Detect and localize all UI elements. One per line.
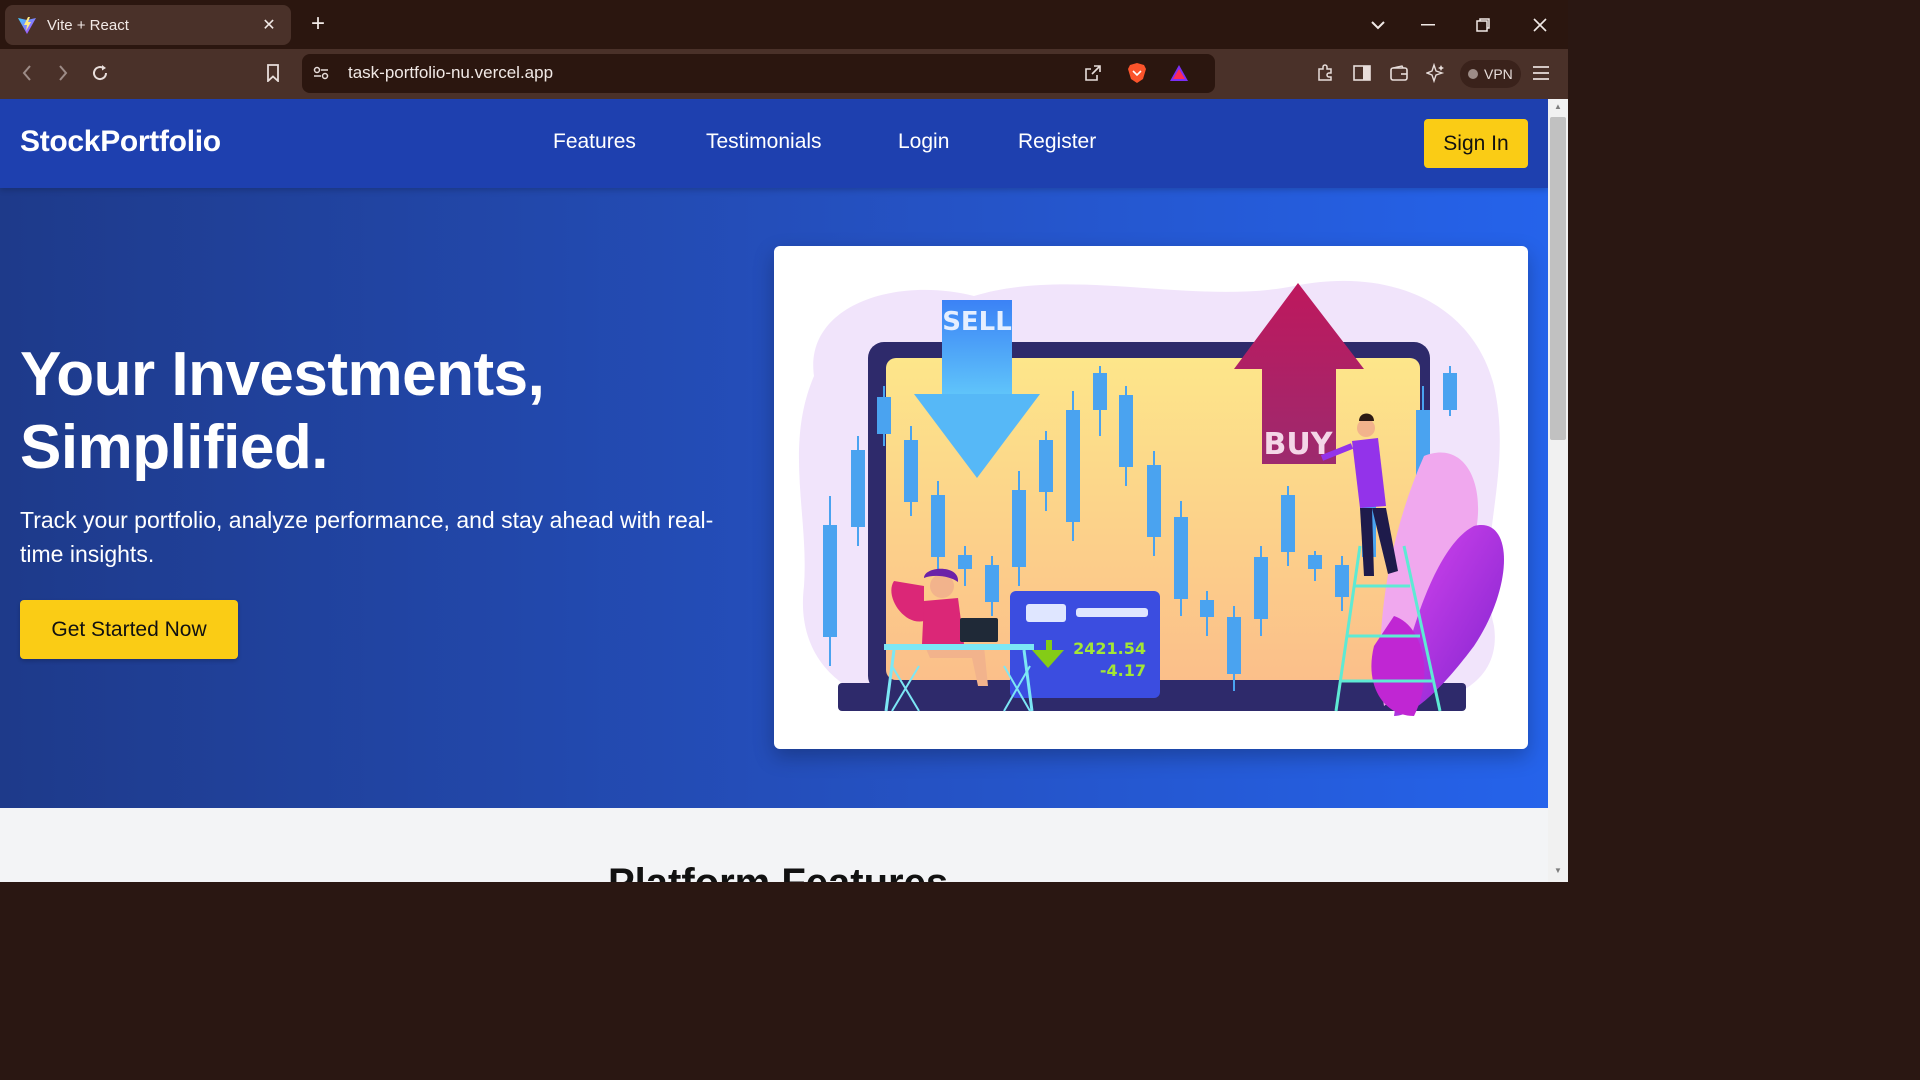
vpn-label: VPN [1484,66,1513,82]
vpn-button[interactable]: VPN [1460,60,1521,88]
bookmark-icon[interactable] [258,58,288,88]
site-navbar: StockPortfolio Features Testimonials Log… [0,99,1548,188]
brave-shields-icon[interactable] [1122,58,1152,88]
price-value: 2421.54 [1073,639,1146,658]
back-icon[interactable] [12,58,42,88]
nav-link-testimonials[interactable]: Testimonials [706,130,822,154]
vpn-status-icon [1468,69,1478,79]
scrollbar-thumb[interactable] [1550,117,1566,440]
vite-logo-icon [18,17,36,34]
browser-tab[interactable]: Vite + React ✕ [5,5,291,45]
reload-icon[interactable] [85,58,115,88]
hero-illustration: SELL BUY 2421.54 -4.17 [774,246,1528,749]
hero-headline-line1: Your Investments, [20,340,545,409]
url-text: task-portfolio-nu.vercel.app [348,63,554,82]
sell-label: SELL [942,307,1012,337]
hero-headline-line2: Simplified. [20,413,328,482]
get-started-button[interactable]: Get Started Now [20,600,238,659]
page-viewport: StockPortfolio Features Testimonials Log… [0,99,1548,882]
hero-headline: Your Investments, Simplified. [20,338,720,484]
restore-button[interactable] [1468,10,1498,40]
brave-rewards-icon[interactable] [1164,58,1194,88]
close-tab-icon[interactable]: ✕ [259,15,279,35]
close-window-button[interactable] [1525,10,1555,40]
hero-subtext: Track your portfolio, analyze performanc… [20,507,714,567]
features-heading: Platform Features [608,861,948,882]
tab-search-icon[interactable] [1363,10,1393,40]
site-info-icon[interactable] [306,58,336,88]
extensions-icon[interactable] [1310,58,1340,88]
nav-link-login[interactable]: Login [898,130,949,154]
scroll-down-icon[interactable]: ▼ [1552,866,1564,876]
sidebar-icon[interactable] [1347,58,1377,88]
forward-icon[interactable] [48,58,78,88]
nav-link-register[interactable]: Register [1018,130,1096,154]
menu-icon[interactable] [1526,58,1556,88]
hero-section: Your Investments, Simplified. Track your… [0,188,1548,808]
tab-title: Vite + React [47,16,129,34]
trading-illustration: SELL BUY 2421.54 -4.17 [798,280,1504,716]
share-icon[interactable] [1078,58,1108,88]
sign-in-button[interactable]: Sign In [1424,119,1528,168]
wallet-icon[interactable] [1384,58,1414,88]
minimize-button[interactable] [1413,10,1443,40]
brand-logo[interactable]: StockPortfolio [20,125,221,159]
leo-ai-icon[interactable] [1421,58,1451,88]
new-tab-button[interactable]: + [304,10,332,38]
price-change: -4.17 [1100,661,1146,680]
browser-titlebar: Vite + React ✕ + [0,0,1568,49]
scroll-up-icon[interactable]: ▲ [1552,102,1564,112]
nav-link-features[interactable]: Features [553,130,636,154]
